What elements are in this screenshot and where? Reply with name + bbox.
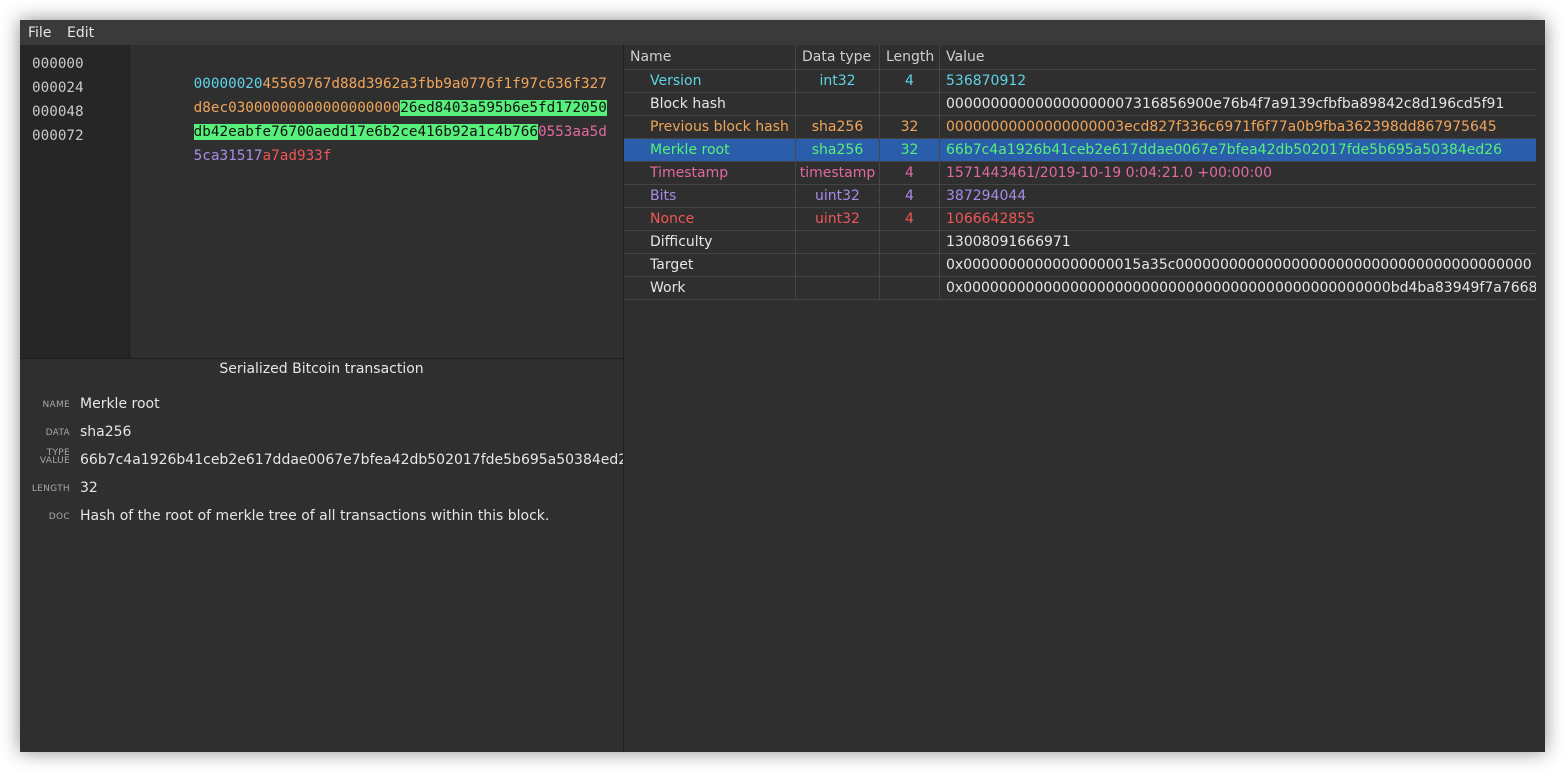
cell-value: 1571443461/2019-10-19 0:04:21.0 +00:00:0…	[946, 165, 1272, 181]
cell-value: 0x00000000000000000000000000000000000000…	[946, 280, 1536, 296]
cell-data-type: uint32	[796, 185, 880, 207]
cell-data-type	[796, 254, 880, 276]
cell-data-type: sha256	[796, 116, 880, 138]
menu-edit[interactable]: Edit	[61, 20, 100, 45]
detail-value-value: 66b7c4a1926b41ceb2e617ddae0067e7bfea42db…	[80, 452, 637, 468]
cell-data-type: sha256	[796, 139, 880, 161]
table-row[interactable]: Version int32 4 536870912	[624, 70, 1536, 93]
cell-length	[880, 231, 940, 253]
table-row[interactable]: Nonce uint32 4 1066642855	[624, 208, 1536, 231]
menu-bar: File Edit	[20, 20, 1545, 45]
cell-length: 4	[880, 208, 940, 230]
header-data-type[interactable]: Data type	[796, 45, 880, 69]
offset-column: 000000 000024 000048 000072	[20, 45, 130, 358]
detail-label-length: LENGTH	[31, 484, 70, 494]
table-row[interactable]: Target 0x00000000000000000015a35c0000000…	[624, 254, 1536, 277]
detail-value-length: 32	[80, 480, 98, 496]
cell-data-type: int32	[796, 70, 880, 92]
menu-file[interactable]: File	[22, 20, 57, 45]
table-row[interactable]: Bits uint32 4 387294044	[624, 185, 1536, 208]
cell-name: Nonce	[624, 208, 796, 230]
cell-length	[880, 254, 940, 276]
cell-data-type	[796, 277, 880, 299]
cell-value: 387294044	[946, 188, 1027, 204]
cell-value: 1066642855	[946, 211, 1036, 227]
cell-name: Version	[624, 70, 796, 92]
details-panel: Serialized Bitcoin transaction NAME Merk…	[20, 359, 636, 752]
cell-length: 4	[880, 70, 940, 92]
table-row[interactable]: Difficulty 13008091666971	[624, 231, 1536, 254]
cell-name: Previous block hash	[624, 116, 796, 138]
cell-value: 0x00000000000000000015a35c00000000000000…	[946, 257, 1532, 273]
cell-name: Work	[624, 277, 796, 299]
hex-line: db42eabfe76700aedd17e6b2ce416b92a1c4b766…	[142, 102, 607, 140]
cell-data-type	[796, 231, 880, 253]
cell-value: 66b7c4a1926b41ceb2e617ddae0067e7bfea42db…	[946, 142, 1503, 158]
cell-value: 536870912	[946, 73, 1027, 89]
cell-length: 32	[880, 139, 940, 161]
cell-data-type: uint32	[796, 208, 880, 230]
detail-value-name: Merkle root	[80, 396, 160, 412]
cell-name: Difficulty	[624, 231, 796, 253]
cell-name: Target	[624, 254, 796, 276]
details-title: Serialized Bitcoin transaction	[219, 361, 424, 377]
table-row-selected[interactable]: Merkle root sha256 32 66b7c4a1926b41ceb2…	[624, 139, 1536, 162]
detail-value-data-type: sha256	[80, 424, 132, 440]
header-name[interactable]: Name	[624, 45, 796, 69]
table-row[interactable]: Work 0x000000000000000000000000000000000…	[624, 277, 1536, 300]
detail-label-data-type: DATA TYPE	[45, 428, 70, 458]
cell-length: 32	[880, 116, 940, 138]
detail-label-name: NAME	[42, 400, 70, 410]
cell-value: 00000000000000000003ecd827f336c6971f6f77…	[946, 119, 1497, 135]
cell-name: Block hash	[624, 93, 796, 115]
app-window: File Edit 000000 000024 000048 000072 00…	[20, 20, 1545, 752]
cell-length	[880, 277, 940, 299]
hex-line: d8ec0300000000000000000026ed8403a595b6e5…	[142, 78, 607, 116]
hex-bytes-bits[interactable]: 5ca31517	[194, 148, 263, 164]
offset-label: 000072	[32, 128, 84, 144]
cell-length	[880, 93, 940, 115]
header-length[interactable]: Length	[880, 45, 940, 69]
detail-label-doc: DOC	[48, 512, 70, 522]
header-value[interactable]: Value	[940, 45, 1536, 69]
cell-length: 4	[880, 185, 940, 207]
hex-bytes-timestamp[interactable]: 0553aa5d	[538, 124, 607, 140]
offset-label: 000024	[32, 80, 84, 96]
offset-label: 000048	[32, 104, 84, 120]
cell-name: Timestamp	[624, 162, 796, 184]
hex-bytes-nonce[interactable]: a7ad933f	[263, 148, 332, 164]
detail-value-doc: Hash of the root of merkle tree of all t…	[80, 508, 550, 524]
cell-value: 13008091666971	[946, 234, 1071, 250]
fields-table: Name Data type Length Value Version int3…	[624, 45, 1545, 752]
cell-value: 000000000000000000007316856900e76b4f7a91…	[946, 96, 1505, 112]
cell-name: Merkle root	[624, 139, 796, 161]
cell-data-type	[796, 93, 880, 115]
cell-name: Bits	[624, 185, 796, 207]
table-header: Name Data type Length Value	[624, 45, 1536, 70]
hex-view[interactable]: 000000 000024 000048 000072 000000204556…	[20, 45, 623, 358]
detail-label-value: VALUE	[39, 456, 70, 466]
offset-label: 000000	[32, 56, 84, 72]
cell-data-type: timestamp	[796, 162, 880, 184]
table-row[interactable]: Block hash 00000000000000000000731685690…	[624, 93, 1536, 116]
hex-line: 0000002045569767d88d3962a3fbb9a0776f1f97…	[142, 54, 607, 92]
hex-line: 5ca31517a7ad933f	[142, 126, 332, 164]
table-row[interactable]: Timestamp timestamp 4 1571443461/2019-10…	[624, 162, 1536, 185]
cell-length: 4	[880, 162, 940, 184]
table-row[interactable]: Previous block hash sha256 32 0000000000…	[624, 116, 1536, 139]
